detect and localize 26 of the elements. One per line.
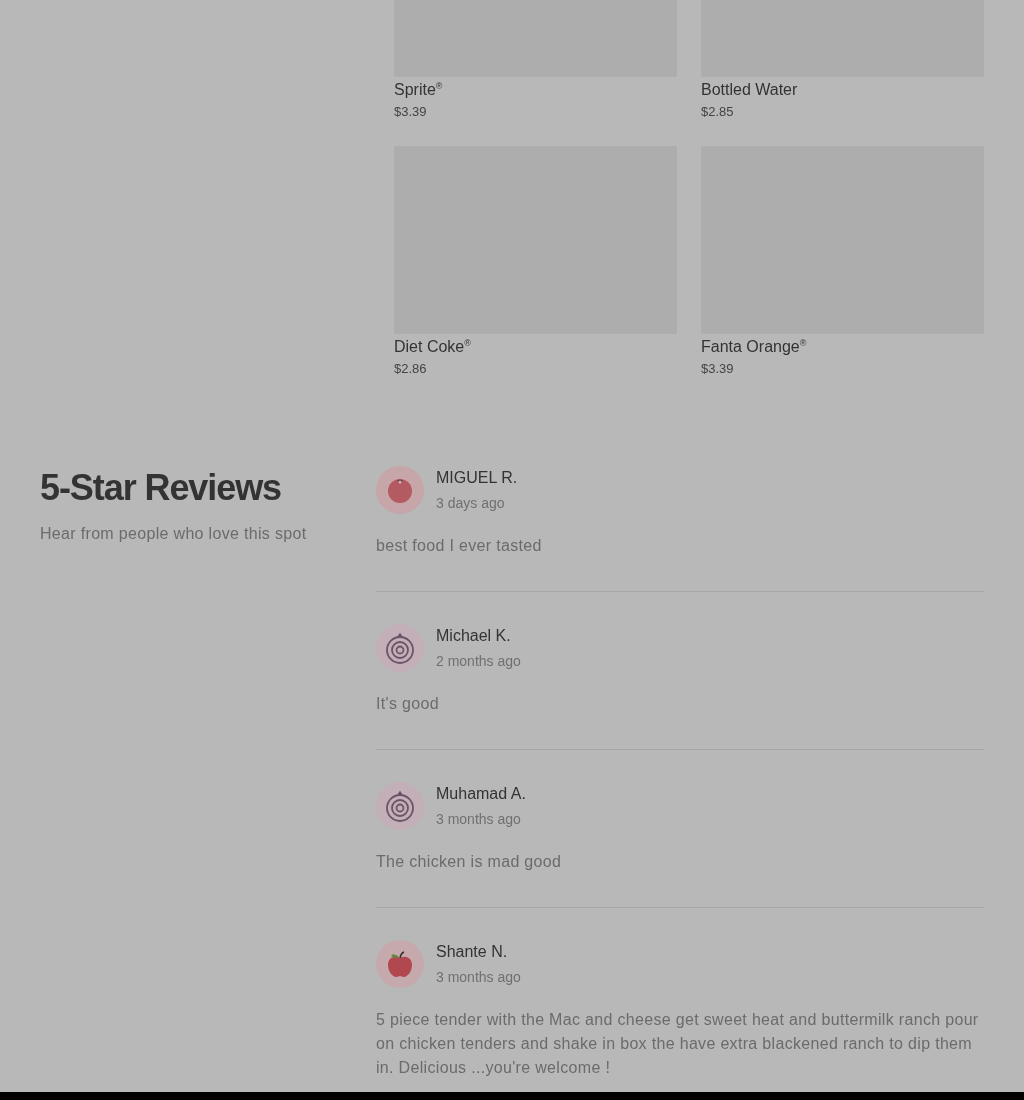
section-title: 5-Star Reviews	[40, 466, 281, 510]
review-date: 2 months ago	[436, 652, 521, 671]
review-text: It's good	[376, 694, 440, 714]
item-price: $3.39	[394, 103, 427, 121]
reviewer-name: Shante N.	[436, 942, 508, 962]
item-price: $2.86	[394, 360, 427, 378]
review-text: The chicken is mad good	[376, 852, 563, 872]
review-text: 5 piece tender with the Mac and cheese get sweet heat and buttermilk ranch pour on chicken tenders and shake in box the have extra blackened ranch to dip them in. Delicious ...you're welcome !	[376, 1010, 980, 1078]
review-date: 3 months ago	[436, 968, 521, 987]
onion-icon	[376, 624, 424, 672]
onion-icon	[376, 782, 424, 830]
item-name: Bottled Water	[701, 80, 798, 100]
item-name: Fanta Orange$^{®}$	[701, 336, 807, 357]
review-date: 3 days ago	[436, 494, 505, 513]
item-name: Diet Coke$^{®}$	[394, 336, 471, 357]
tomato-icon	[376, 466, 424, 514]
review-text: best food I ever tasted	[376, 536, 543, 556]
reviewer-name: Muhamad A.	[436, 784, 526, 804]
item-price: $2.85	[701, 103, 734, 121]
review-date: 3 months ago	[436, 810, 521, 829]
reviewer-name: MIGUEL R.	[436, 468, 518, 488]
apple-icon	[376, 940, 424, 988]
section-subtitle: Hear from people who love this spot	[40, 524, 307, 544]
item-price: $3.39	[701, 360, 734, 378]
reviewer-name: Michael K.	[436, 626, 511, 646]
item-name: Sprite$^{®}$	[394, 79, 443, 100]
